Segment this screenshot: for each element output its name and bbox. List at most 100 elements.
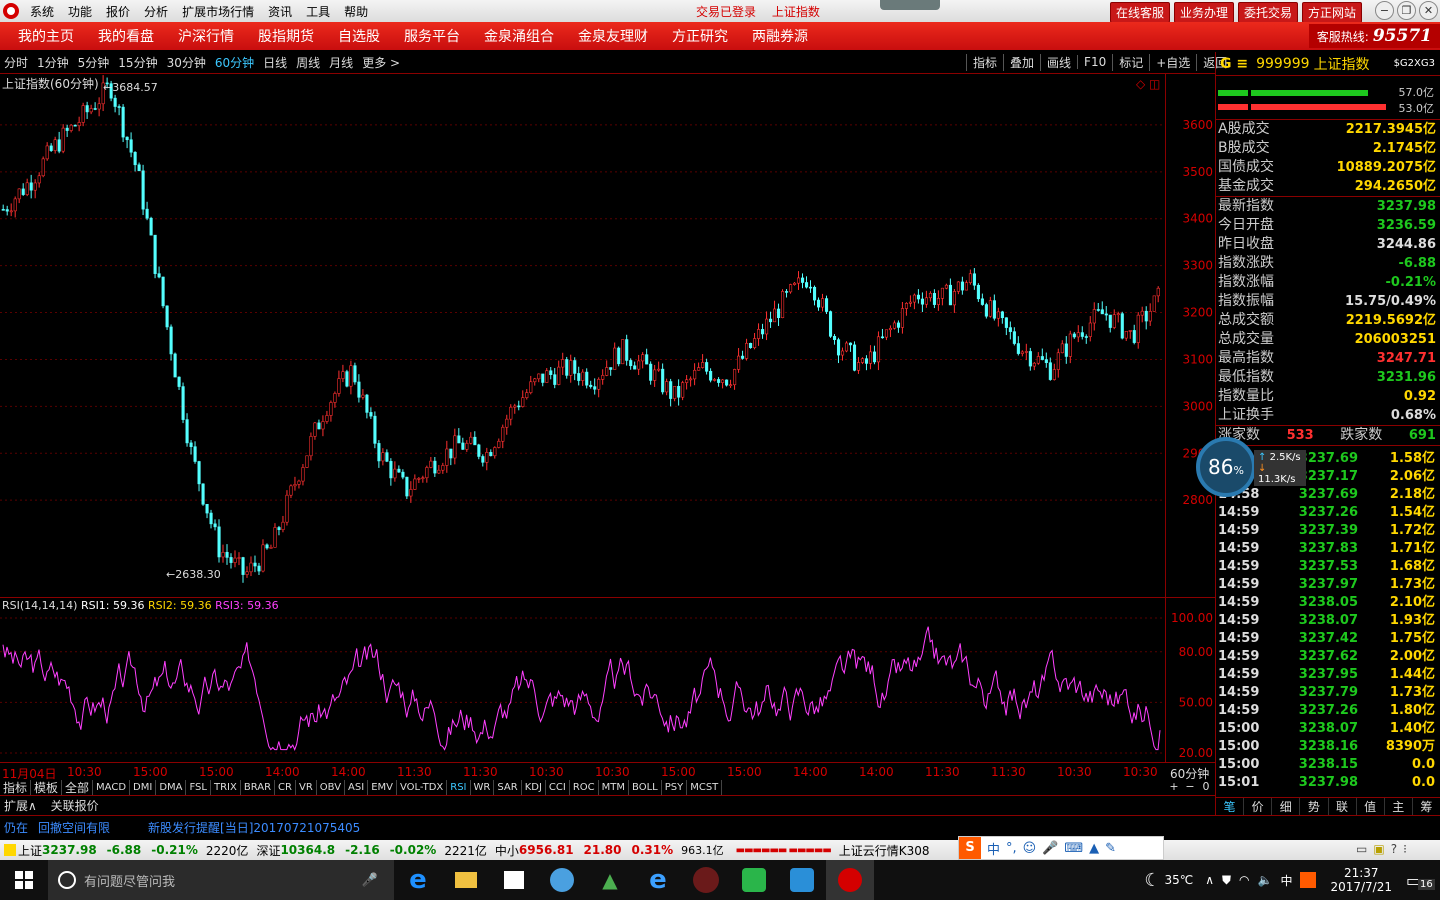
candle-body[interactable] xyxy=(1084,336,1088,338)
indicator-tab-模板[interactable]: 模板 xyxy=(31,780,63,795)
candle-body[interactable] xyxy=(497,440,501,448)
candle-body[interactable] xyxy=(561,359,565,368)
candle-body[interactable] xyxy=(844,342,849,352)
candle-body[interactable] xyxy=(297,480,301,485)
candle-body[interactable] xyxy=(333,393,337,403)
candle-body[interactable] xyxy=(1016,343,1020,354)
candle-body[interactable] xyxy=(305,455,309,468)
candle-body[interactable] xyxy=(1116,313,1120,316)
candle-body[interactable] xyxy=(13,198,17,212)
candle-body[interactable] xyxy=(125,136,129,141)
candle-body[interactable] xyxy=(1132,330,1136,343)
indicator-tab-boll[interactable]: BOLL xyxy=(629,780,662,795)
ie-icon[interactable]: e xyxy=(634,860,682,900)
blue-app-icon[interactable] xyxy=(778,860,826,900)
candle-body[interactable] xyxy=(241,557,245,575)
candle-body[interactable] xyxy=(185,419,189,444)
candle-body[interactable] xyxy=(277,527,281,530)
candle-body[interactable] xyxy=(641,354,645,362)
candle-body[interactable] xyxy=(880,336,885,339)
candle-body[interactable] xyxy=(852,344,857,371)
period-more[interactable]: 更多 > xyxy=(362,54,400,71)
candle-body[interactable] xyxy=(509,406,513,420)
candle-body[interactable] xyxy=(321,421,325,430)
candle-body[interactable] xyxy=(741,355,745,359)
store-icon[interactable] xyxy=(490,860,538,900)
candle-body[interactable] xyxy=(1088,322,1092,337)
overlay-button[interactable]: 叠加 xyxy=(1003,53,1040,71)
candle-body[interactable] xyxy=(916,294,921,300)
candle-body[interactable] xyxy=(61,127,65,152)
candle-body[interactable] xyxy=(645,354,649,365)
candle-body[interactable] xyxy=(393,468,397,479)
candle-body[interactable] xyxy=(980,298,984,305)
candle-body[interactable] xyxy=(397,468,401,473)
quote-tab-4[interactable]: 联 xyxy=(1329,798,1357,815)
candle-body[interactable] xyxy=(1060,343,1064,354)
candle-body[interactable] xyxy=(1092,309,1096,324)
period-5min[interactable]: 5分钟 xyxy=(78,54,110,71)
security-shield-icon[interactable]: ⛊ xyxy=(1222,873,1231,888)
candle-body[interactable] xyxy=(1072,333,1076,338)
candle-body[interactable] xyxy=(733,369,737,386)
period-30min[interactable]: 30分钟 xyxy=(167,54,206,71)
candle-body[interactable] xyxy=(840,350,845,356)
candle-body[interactable] xyxy=(1068,333,1072,357)
indicator-tab-emv[interactable]: EMV xyxy=(368,780,397,795)
candle-body[interactable] xyxy=(1056,352,1060,370)
candle-body[interactable] xyxy=(609,367,613,370)
candle-body[interactable] xyxy=(633,365,637,370)
candle-body[interactable] xyxy=(1008,327,1012,332)
candle-body[interactable] xyxy=(932,293,936,305)
candle-body[interactable] xyxy=(433,460,437,474)
candle-body[interactable] xyxy=(93,108,97,110)
ime-skin-icon[interactable]: ▲ xyxy=(1089,841,1099,856)
period-60min[interactable]: 60分钟 xyxy=(215,54,254,71)
candle-body[interactable] xyxy=(797,277,801,284)
candle-body[interactable] xyxy=(721,379,725,383)
candle-body[interactable] xyxy=(65,127,69,131)
candle-body[interactable] xyxy=(661,368,665,393)
candle-body[interactable] xyxy=(657,368,661,371)
trade-button[interactable]: 委托交易 xyxy=(1238,2,1299,23)
candle-body[interactable] xyxy=(525,392,529,398)
candle-body[interactable] xyxy=(49,145,53,151)
candle-body[interactable] xyxy=(1148,311,1152,322)
candle-body[interactable] xyxy=(693,369,697,380)
candle-body[interactable] xyxy=(541,373,545,383)
add-watchlist-button[interactable]: +自选 xyxy=(1149,53,1196,71)
candle-body[interactable] xyxy=(593,386,597,390)
candle-body[interactable] xyxy=(673,386,677,399)
candle-body[interactable] xyxy=(920,298,925,305)
candle-body[interactable] xyxy=(129,139,133,153)
green-app-icon[interactable] xyxy=(730,860,778,900)
f10-button[interactable]: F10 xyxy=(1077,55,1112,69)
candle-body[interactable] xyxy=(1100,309,1104,315)
candle-body[interactable] xyxy=(613,347,617,370)
candle-body[interactable] xyxy=(832,336,837,340)
cloud-quote[interactable]: 上证云行情K308 xyxy=(839,842,930,859)
candle-body[interactable] xyxy=(912,294,917,303)
candle-body[interactable] xyxy=(824,298,829,312)
candle-body[interactable] xyxy=(789,284,793,293)
zoom-out-button[interactable]: − xyxy=(1182,780,1198,793)
candle-body[interactable] xyxy=(713,379,717,381)
candle-body[interactable] xyxy=(988,300,992,317)
menu-news[interactable]: 资讯 xyxy=(268,3,292,20)
candle-body[interactable] xyxy=(189,442,193,447)
menu-analysis[interactable]: 分析 xyxy=(144,3,168,20)
candle-body[interactable] xyxy=(924,297,929,305)
candle-body[interactable] xyxy=(992,300,996,319)
candle-body[interactable] xyxy=(429,460,433,468)
indicator-tab-brar[interactable]: BRAR xyxy=(241,780,276,795)
candle-body[interactable] xyxy=(769,318,773,323)
candle-body[interactable] xyxy=(309,436,313,457)
candle-body[interactable] xyxy=(281,521,285,530)
candle-body[interactable] xyxy=(1048,362,1052,380)
candle-body[interactable] xyxy=(896,322,901,328)
founder-app-icon[interactable] xyxy=(826,860,874,900)
candle-body[interactable] xyxy=(1152,295,1156,312)
candle-body[interactable] xyxy=(697,367,701,371)
candle-body[interactable] xyxy=(365,394,369,413)
candle-body[interactable] xyxy=(996,311,1000,319)
